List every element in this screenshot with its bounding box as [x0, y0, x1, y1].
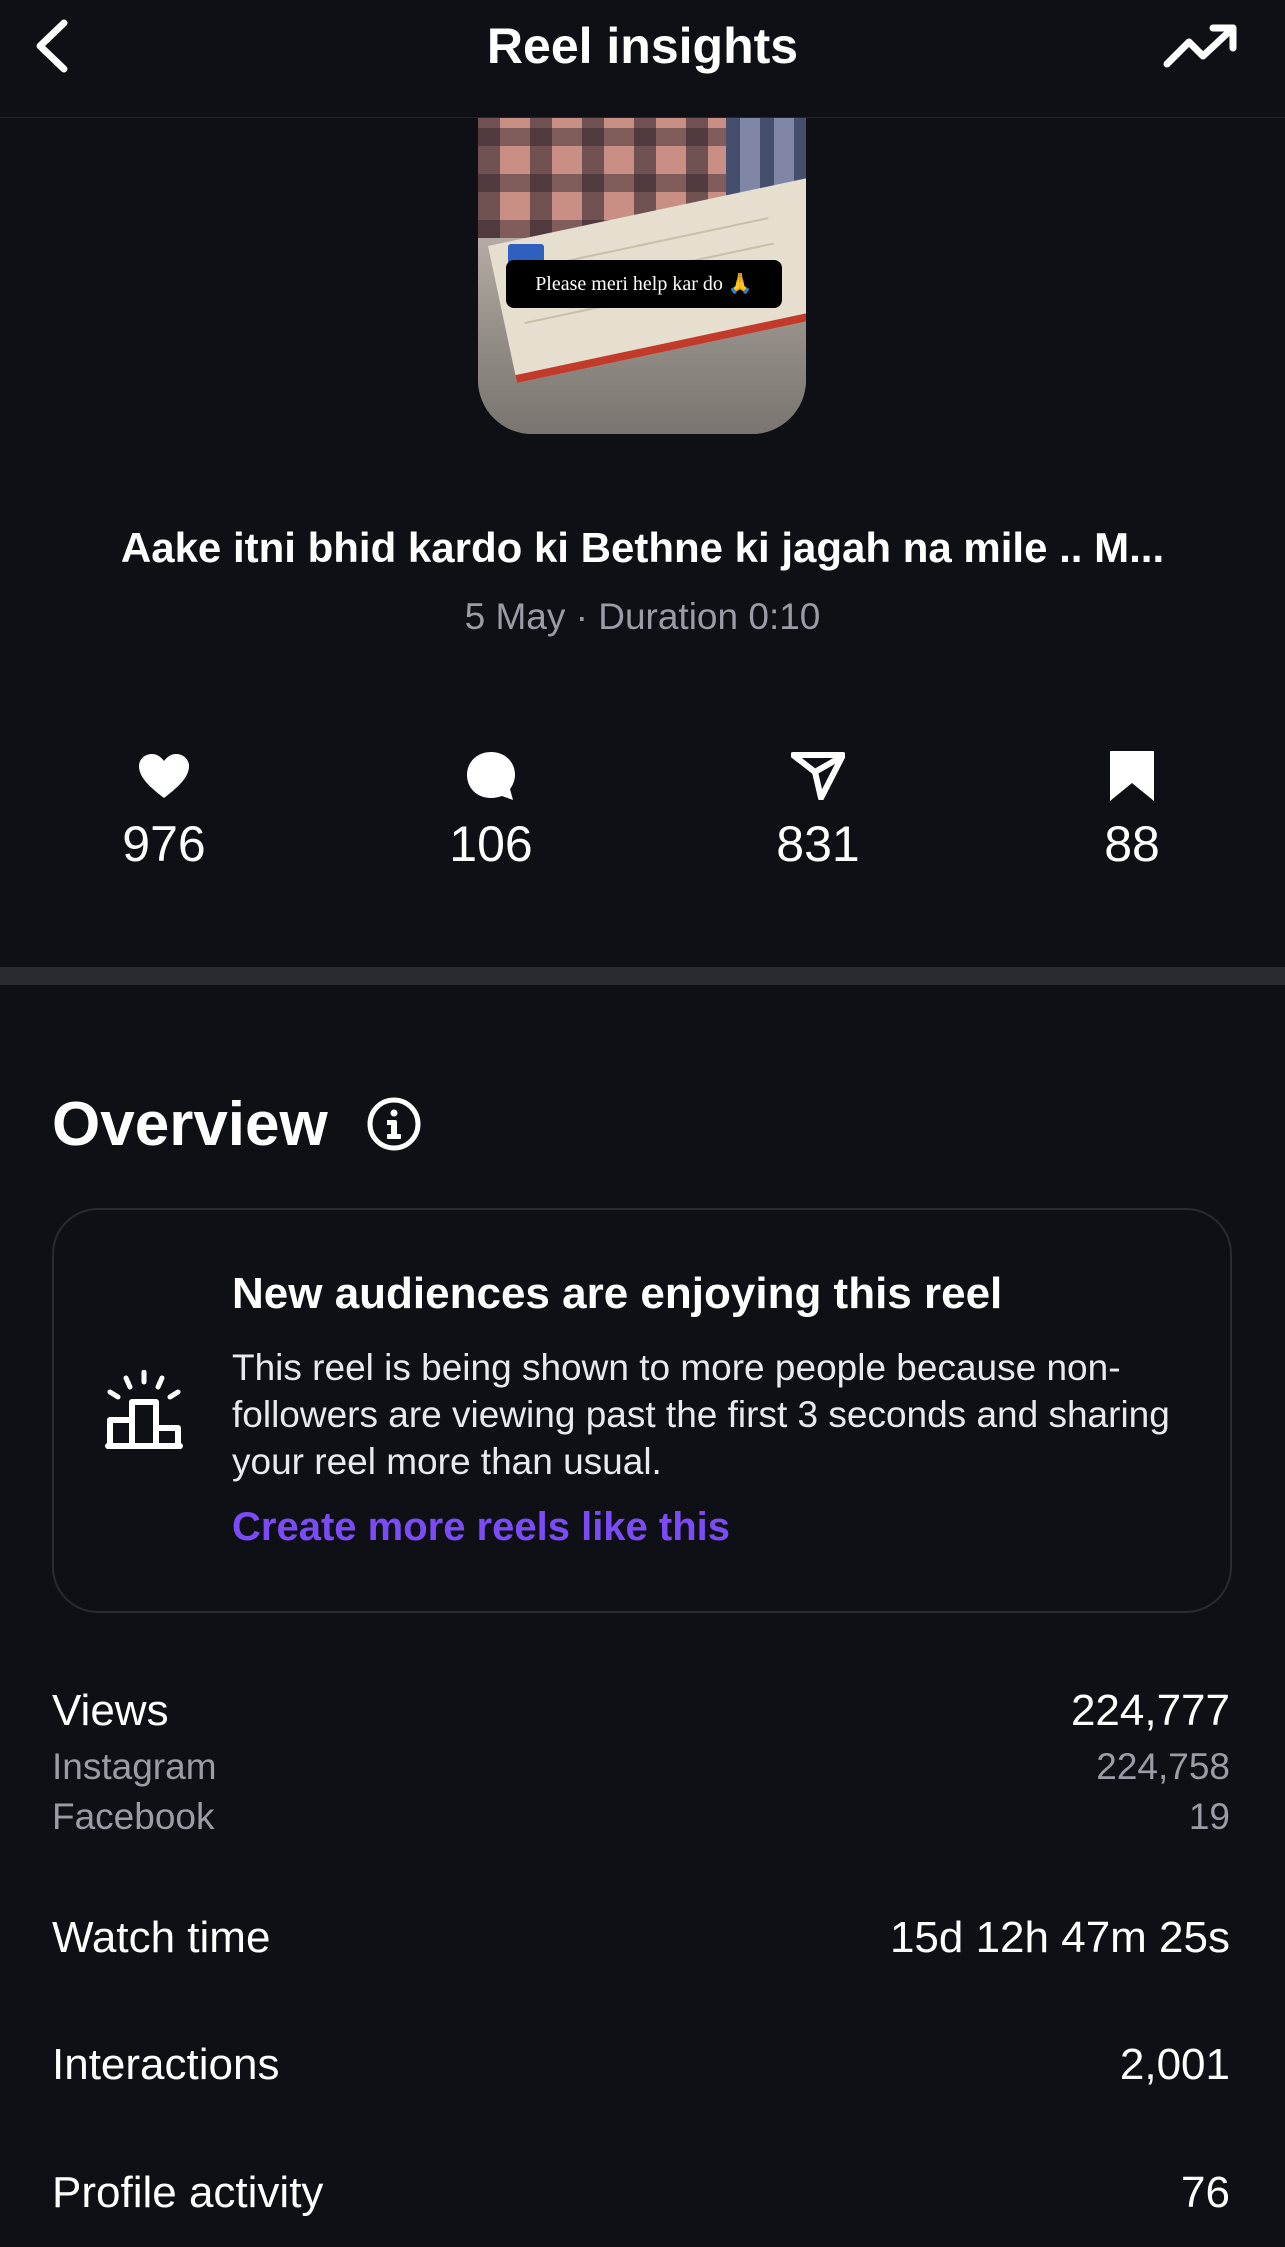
- likes-stat: 976: [64, 748, 264, 872]
- watch-time-label: Watch time: [52, 1913, 271, 1962]
- comment-bubble-icon: [467, 752, 515, 800]
- info-icon[interactable]: [366, 1096, 422, 1152]
- audience-insight-card: New audiences are enjoying this reel Thi…: [52, 1208, 1232, 1613]
- facebook-views-label: Facebook: [52, 1796, 215, 1837]
- podium-sparkle-icon: [105, 1370, 183, 1449]
- comments-count: 106: [449, 816, 533, 872]
- card-heading: New audiences are enjoying this reel: [232, 1269, 1003, 1318]
- shares-stat: 831: [718, 748, 918, 872]
- trending-up-icon: [1163, 24, 1237, 68]
- shares-count: 831: [776, 816, 860, 872]
- thumbnail-caption: Please meri help kar do 🙏: [506, 260, 782, 308]
- saves-count: 88: [1104, 816, 1160, 872]
- card-body: This reel is being shown to more people …: [232, 1347, 1170, 1482]
- top-bar: Reel insights: [0, 0, 1285, 118]
- section-divider: [0, 967, 1285, 985]
- interactions-label[interactable]: Interactions: [52, 2040, 279, 2090]
- overview-title: Overview: [52, 1090, 328, 1159]
- instagram-views-value: 224,758: [1096, 1746, 1230, 1787]
- interactions-value: 2,001: [1119, 2040, 1230, 2089]
- send-icon: [791, 752, 845, 800]
- profile-activity-label[interactable]: Profile activity: [52, 2168, 323, 2218]
- saves-stat: 88: [1032, 748, 1232, 872]
- facebook-views-value: 19: [1188, 1796, 1230, 1837]
- views-label: Views: [52, 1686, 169, 1735]
- bookmark-icon: [1110, 751, 1154, 801]
- watch-time-value: 15d 12h 47m 25s: [889, 1913, 1230, 1962]
- instagram-views-label: Instagram: [52, 1746, 217, 1787]
- page-title: Reel insights: [486, 18, 799, 74]
- trend-button[interactable]: [1157, 10, 1245, 82]
- likes-count: 976: [122, 816, 206, 872]
- create-more-reels-link[interactable]: Create more reels like this: [232, 1502, 730, 1552]
- profile-activity-value: 76: [1181, 2168, 1230, 2217]
- views-value: 224,777: [1070, 1686, 1230, 1735]
- reel-meta: 5 May · Duration 0:10: [464, 596, 821, 637]
- reel-thumbnail[interactable]: Please meri help kar do 🙏: [478, 118, 806, 434]
- reel-title: Aake itni bhid kardo ki Bethne ki jagah …: [120, 524, 1165, 571]
- heart-icon: [139, 754, 189, 798]
- comments-stat: 106: [391, 748, 591, 872]
